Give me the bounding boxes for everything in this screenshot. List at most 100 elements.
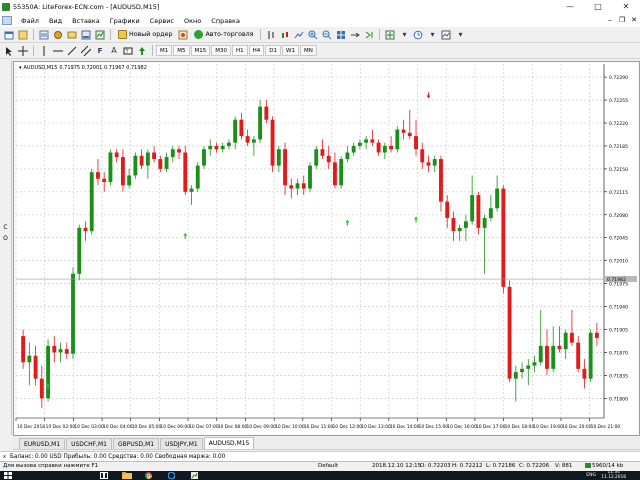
templates-icon[interactable] xyxy=(440,29,452,41)
cursor-icon[interactable] xyxy=(3,45,15,57)
time-tick-label: 10 Dec 06:00 xyxy=(160,424,190,430)
timeframe-mn[interactable]: MN xyxy=(299,45,317,56)
text-icon[interactable]: A xyxy=(108,45,120,57)
price-tick-label: 0.72115 xyxy=(609,190,628,196)
file-explorer-icon[interactable] xyxy=(122,472,132,479)
navigator-icon[interactable] xyxy=(66,29,78,41)
chart-header: ▾ AUDUSD,M15 0.71975 0.72001 0.71967 0.7… xyxy=(19,65,147,71)
profiles-icon[interactable] xyxy=(17,29,29,41)
indicators-icon[interactable] xyxy=(384,29,396,41)
tab-audusd-m15[interactable]: AUDUSD,M15 xyxy=(203,437,255,449)
menu-file[interactable]: Файл xyxy=(16,17,44,25)
periods-icon[interactable] xyxy=(412,29,424,41)
timeframe-h1[interactable]: H1 xyxy=(232,45,248,56)
bullish-candle xyxy=(308,165,312,189)
metatrader-taskbar-icon[interactable] xyxy=(191,472,198,479)
menu-window[interactable]: Окно xyxy=(179,17,206,25)
bullish-candle xyxy=(202,149,206,166)
close-button[interactable]: ✕ xyxy=(612,0,640,14)
menu-help[interactable]: Справка xyxy=(206,17,245,25)
dropdown-arrow-icon[interactable]: ▾ xyxy=(398,29,410,41)
time-tick-label: 10 Dec 16:00 xyxy=(447,424,477,430)
minimize-button[interactable]: — xyxy=(556,0,584,14)
line-chart-icon[interactable] xyxy=(293,29,305,41)
mdi-restore-button[interactable]: ❐ xyxy=(616,14,628,27)
bullish-candle xyxy=(71,273,75,354)
maximize-button[interactable]: □ xyxy=(584,0,612,14)
tab-gbpusd-m1[interactable]: GBPUSD,M1 xyxy=(112,438,160,449)
menu-insert[interactable]: Вставка xyxy=(67,17,105,25)
tab-eurusd-m1[interactable]: EURUSD,M1 xyxy=(19,438,66,449)
edge-icon[interactable] xyxy=(168,472,175,479)
time-tick-label: 10 Dec 13:00 xyxy=(361,424,391,430)
timeframe-h4[interactable]: H4 xyxy=(248,45,265,56)
bearish-candle xyxy=(451,218,456,232)
input-language[interactable]: ENG xyxy=(586,473,596,478)
vertical-line-icon[interactable] xyxy=(38,45,50,57)
bar-chart-icon[interactable] xyxy=(265,29,277,41)
chart-collapse-icon[interactable]: ▾ xyxy=(19,65,22,71)
timeframe-m15[interactable]: M15 xyxy=(190,45,211,56)
menu-tools[interactable]: Сервис xyxy=(145,17,179,25)
metaeditor-icon[interactable] xyxy=(177,29,189,41)
candlestick-chart-icon[interactable] xyxy=(279,29,291,41)
auto-scroll-icon[interactable] xyxy=(363,29,375,41)
tile-windows-icon[interactable] xyxy=(335,29,347,41)
chart-shift-icon[interactable] xyxy=(349,29,361,41)
mdi-close-button[interactable]: ✕ xyxy=(628,14,640,27)
task-view-icon[interactable] xyxy=(100,472,108,479)
arrows-icon[interactable] xyxy=(136,45,148,57)
line-studies-toolbar: F A T M1 M5 M15 M30 H1 H4 D1 W1 MN xyxy=(0,43,640,59)
timeframe-m1[interactable]: M1 xyxy=(156,45,173,56)
terminal-icon[interactable] xyxy=(80,29,92,41)
mdi-minimize-button[interactable]: – xyxy=(604,14,616,27)
windows-start-icon[interactable] xyxy=(4,472,12,479)
price-chart[interactable]: 0.72290 0.72255 0.72220 0.72185 0.72150 0.721… xyxy=(14,62,639,435)
bullish-candle xyxy=(526,365,531,369)
bearish-candle xyxy=(320,149,325,156)
chrome-icon[interactable] xyxy=(145,472,152,479)
collapsed-side-panel[interactable]: C O xyxy=(0,60,12,435)
equidistant-channel-icon[interactable] xyxy=(80,45,92,57)
auto-trading-button[interactable]: Авто-торговля xyxy=(190,28,257,41)
bearish-candle xyxy=(501,188,506,287)
time-tick-label: 10 Dec 14:00 xyxy=(390,424,420,430)
new-order-button[interactable]: Новый ордер xyxy=(114,28,176,41)
toolbar-separator xyxy=(260,29,262,40)
strategy-tester-icon[interactable] xyxy=(94,29,106,41)
time-tick-label: 10 Dec 10:00 xyxy=(275,424,305,430)
dropdown-arrow-icon[interactable]: ▾ xyxy=(426,29,438,41)
new-chart-icon[interactable] xyxy=(3,29,15,41)
timeframe-d1[interactable]: D1 xyxy=(265,45,282,56)
dropdown-arrow-icon[interactable]: ▾ xyxy=(454,29,466,41)
zoom-out-icon[interactable] xyxy=(321,29,333,41)
data-window-icon[interactable] xyxy=(52,29,64,41)
time-tick-label: 10 Dec 11:00 xyxy=(304,424,334,430)
bearish-candle xyxy=(545,345,549,369)
market-watch-icon[interactable] xyxy=(38,29,50,41)
taskbar-clock[interactable]: 11:34 11.12.2018 xyxy=(601,470,626,480)
timeframe-m30[interactable]: M30 xyxy=(211,45,231,56)
tab-usdjpy-m1[interactable]: USDJPY,M1 xyxy=(160,438,203,449)
menu-charts[interactable]: Графики xyxy=(105,17,145,25)
terminal-close-button[interactable]: x xyxy=(3,454,6,460)
fibonacci-icon[interactable]: F xyxy=(94,45,106,57)
zoom-in-icon[interactable] xyxy=(307,29,319,41)
bullish-candle xyxy=(364,139,369,143)
chart-window[interactable]: 0.72290 0.72255 0.72220 0.72185 0.72150 0.721… xyxy=(13,61,640,436)
timeframe-w1[interactable]: W1 xyxy=(282,45,299,56)
horizontal-line-icon[interactable] xyxy=(52,45,64,57)
trendline-icon[interactable] xyxy=(66,45,78,57)
bearish-candle xyxy=(152,152,157,160)
status-datetime: 2018.12.10 12:15 xyxy=(372,463,422,469)
buy-signal-arrow xyxy=(183,232,188,239)
chart-window-icon[interactable] xyxy=(2,16,12,25)
crosshair-icon[interactable] xyxy=(17,45,29,57)
bullish-candle xyxy=(470,195,475,222)
bullish-candle xyxy=(258,106,263,140)
text-label-icon[interactable]: T xyxy=(122,45,134,57)
menu-view[interactable]: Вид xyxy=(44,17,67,25)
tab-usdchf-m1[interactable]: USDCHF,M1 xyxy=(66,438,112,449)
timeframe-m5[interactable]: M5 xyxy=(173,45,190,56)
time-tick-label: 10 Dec 09:00 xyxy=(246,424,276,430)
